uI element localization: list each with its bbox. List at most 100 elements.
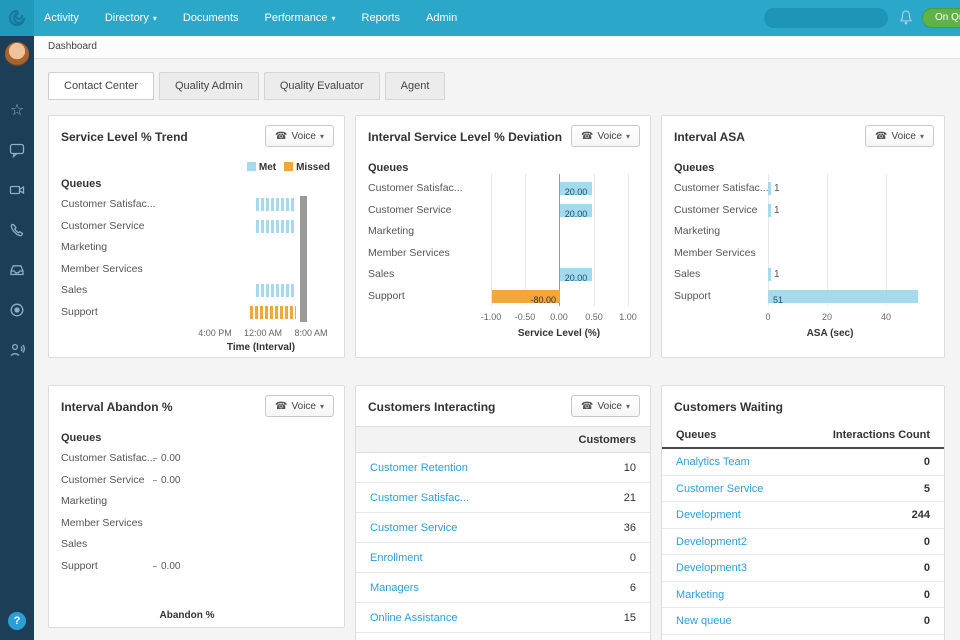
- notifications-bell-icon[interactable]: [898, 9, 914, 27]
- bar-deviation: 20.00: [560, 182, 592, 195]
- table-row: Development 244: [662, 502, 944, 529]
- search-input[interactable]: [764, 13, 912, 24]
- chart-row: Customer Service20.00: [368, 200, 638, 222]
- nav-item-performance[interactable]: Performance▾: [265, 12, 336, 24]
- agent-voice-icon[interactable]: [0, 330, 34, 370]
- nav-menu: Activity Directory▾ Documents Performanc…: [44, 0, 457, 36]
- table-row: Customer Service36: [356, 513, 650, 543]
- phone-icon: ☎: [275, 131, 287, 142]
- card-title: Service Level % Trend: [61, 130, 188, 144]
- chart-row: Marketing: [61, 237, 332, 259]
- bar-met: [256, 220, 296, 233]
- table-header: Customers: [356, 426, 650, 453]
- x-tick: 0.50: [585, 312, 603, 322]
- count-value: 6: [630, 573, 636, 603]
- table-row: Development20: [662, 529, 944, 556]
- video-icon[interactable]: [0, 170, 34, 210]
- nav-item-admin[interactable]: Admin: [426, 12, 457, 24]
- queue-link[interactable]: Development: [676, 502, 741, 529]
- queue-link[interactable]: Customer Satisfac...: [370, 483, 469, 513]
- legend-missed: Missed: [284, 162, 330, 173]
- nav-item-label: Directory: [105, 12, 149, 24]
- genesys-logo[interactable]: [0, 0, 34, 36]
- tab-quality-evaluator[interactable]: Quality Evaluator: [264, 72, 380, 100]
- queue-link[interactable]: Enrollment: [370, 543, 423, 573]
- chart-row: Support: [61, 302, 332, 324]
- queue-link[interactable]: Managers: [370, 573, 419, 603]
- nav-item-documents[interactable]: Documents: [183, 12, 239, 24]
- queue-link[interactable]: Customer Retention: [370, 453, 468, 483]
- nav-item-label: Admin: [426, 12, 457, 24]
- phone-icon[interactable]: [0, 210, 34, 250]
- nav-item-label: Reports: [362, 12, 401, 24]
- queue-link[interactable]: New queue: [676, 608, 732, 635]
- chart-legend: Met Missed: [247, 162, 330, 173]
- table-row: Analytics Team0: [662, 449, 944, 476]
- chat-icon[interactable]: [0, 130, 34, 170]
- inbox-icon[interactable]: [0, 250, 34, 290]
- queue-link[interactable]: Development2: [676, 529, 747, 556]
- card-title: Customers Interacting: [368, 400, 495, 414]
- tab-contact-center[interactable]: Contact Center: [48, 72, 154, 100]
- x-tick: 20: [822, 312, 832, 322]
- table-row: Online Assistance15: [356, 603, 650, 633]
- voice-filter-button[interactable]: ☎ Voice ▾: [571, 395, 640, 417]
- table-row: Enrollment 0: [356, 543, 650, 573]
- x-axis-label: Time (Interval): [227, 342, 295, 353]
- nav-item-label: Documents: [183, 12, 239, 24]
- caret-down-icon: ▾: [920, 132, 924, 141]
- queue-link[interactable]: Marketing: [676, 582, 724, 609]
- phone-icon: ☎: [875, 131, 887, 142]
- queue-link[interactable]: Customer Service: [370, 513, 457, 543]
- chart-rows: Customer Satisfac... Customer Service Ma…: [61, 194, 332, 323]
- left-sidebar: ☆ ?: [0, 36, 34, 640]
- voice-filter-button[interactable]: ☎ Voice ▾: [865, 125, 934, 147]
- queue-link[interactable]: Analytics Team: [676, 449, 750, 476]
- table-row: Marketing0: [662, 582, 944, 609]
- count-value: 0: [924, 555, 930, 582]
- column-interactions-count: Interactions Count: [833, 422, 930, 448]
- queue-link[interactable]: Customer Service: [676, 476, 763, 503]
- on-queue-status-pill[interactable]: On Queue: [922, 8, 960, 28]
- count-value: 0: [630, 543, 636, 573]
- caret-down-icon: ▾: [626, 402, 630, 411]
- tick-dash: [153, 480, 157, 481]
- count-value: 244: [912, 502, 930, 529]
- card-interval-abandon: Interval Abandon % ☎ Voice ▾ Queues Cust…: [48, 385, 345, 628]
- bar-deviation: 20.00: [560, 268, 592, 281]
- x-tick: -0.50: [515, 312, 536, 322]
- count-value: 0: [924, 608, 930, 635]
- voice-filter-button[interactable]: ☎ Voice ▾: [571, 125, 640, 147]
- nav-item-directory[interactable]: Directory▾: [105, 12, 157, 24]
- chart-row: Member Services: [674, 243, 932, 265]
- card-interval-asa: Interval ASA ☎ Voice ▾ Queues Customer S…: [661, 115, 945, 358]
- voice-label: Voice: [292, 401, 316, 412]
- card-sl-deviation: Interval Service Level % Deviation ☎ Voi…: [355, 115, 651, 358]
- card-title: Interval ASA: [674, 130, 745, 144]
- bar-met: [256, 198, 296, 211]
- queue-link[interactable]: Online Assistance: [370, 603, 457, 633]
- queue-link[interactable]: Development3: [676, 555, 747, 582]
- legend-swatch-missed: [284, 162, 293, 171]
- help-icon[interactable]: ?: [8, 612, 26, 630]
- user-avatar[interactable]: [5, 42, 29, 66]
- help-question-glyph: ?: [14, 615, 21, 627]
- chart-row: Customer Satisfac...20.00: [368, 178, 638, 200]
- chart-row: Member Services: [368, 243, 638, 265]
- globe-target-icon[interactable]: [0, 290, 34, 330]
- nav-item-activity[interactable]: Activity: [44, 12, 79, 24]
- card-title: Customers Waiting: [674, 400, 783, 414]
- chart-row: Customer Satisfac...0.00: [61, 448, 332, 470]
- favorites-star-icon[interactable]: ☆: [0, 90, 34, 130]
- bar-asa: 51: [768, 290, 918, 303]
- voice-filter-button[interactable]: ☎ Voice ▾: [265, 125, 334, 147]
- tab-quality-admin[interactable]: Quality Admin: [159, 72, 259, 100]
- top-nav: Activity Directory▾ Documents Performanc…: [0, 0, 960, 36]
- nav-item-reports[interactable]: Reports: [362, 12, 401, 24]
- card-customers-waiting: Customers Waiting Queues Interactions Co…: [661, 385, 945, 640]
- search-bar: [764, 8, 888, 28]
- chart-row: Member Services: [61, 513, 332, 535]
- phone-icon: ☎: [581, 401, 593, 412]
- tab-agent[interactable]: Agent: [385, 72, 446, 100]
- voice-filter-button[interactable]: ☎ Voice ▾: [265, 395, 334, 417]
